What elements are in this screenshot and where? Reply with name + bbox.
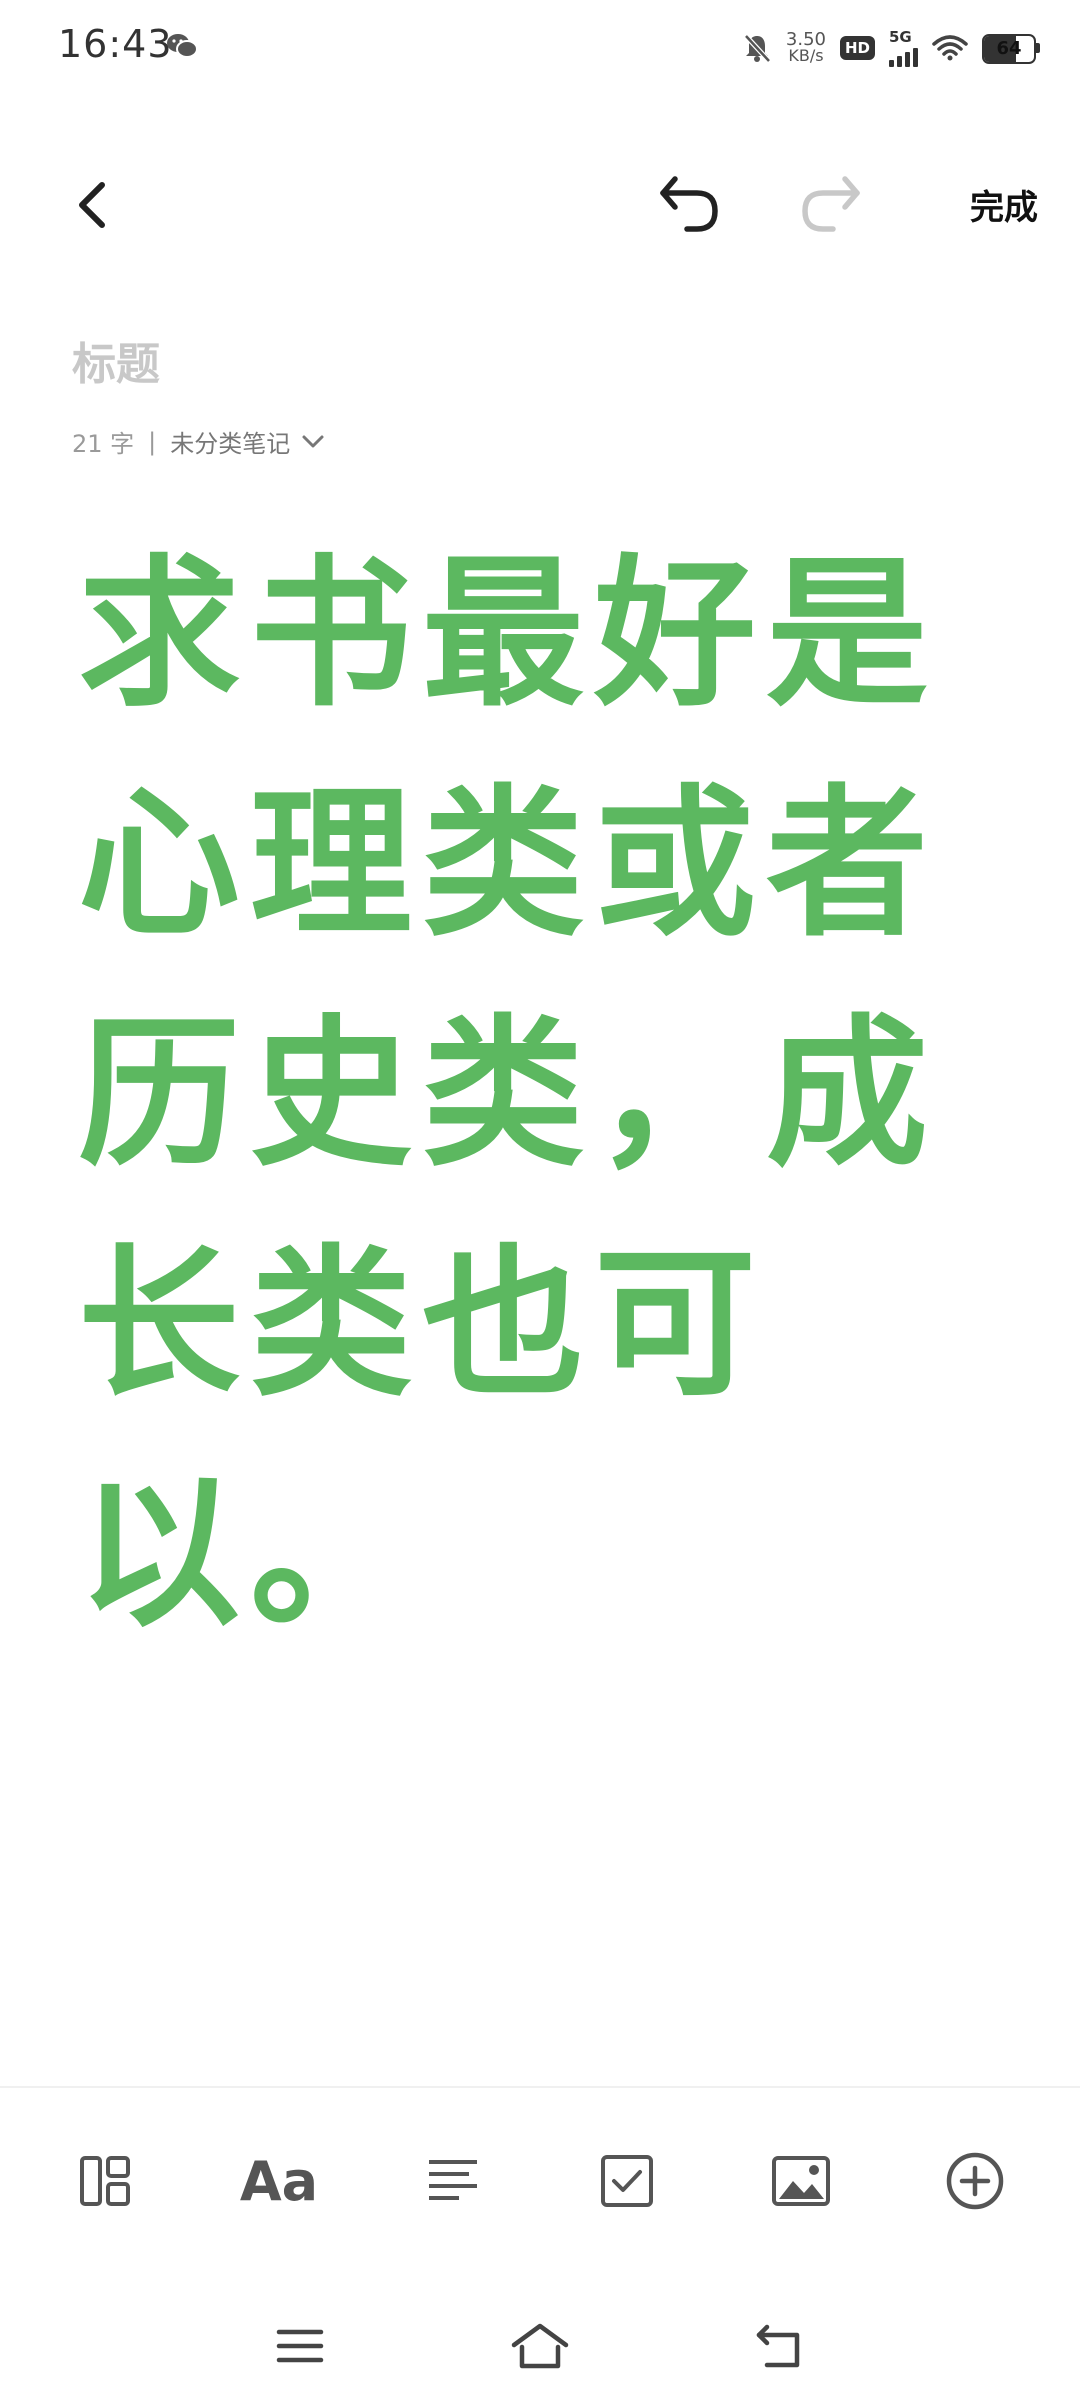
nav-back-button[interactable]: [735, 2306, 825, 2386]
wifi-icon: [932, 35, 968, 61]
menu-icon: [276, 2329, 324, 2363]
checklist-button[interactable]: [582, 2136, 672, 2226]
format-bar-divider: [0, 2086, 1080, 2088]
checkbox-icon: [601, 2155, 653, 2207]
back-arrow-icon: [756, 2324, 800, 2368]
folder-label: 未分类笔记: [170, 430, 291, 458]
battery-level: 64: [996, 38, 1022, 59]
mute-bell-icon: [744, 34, 771, 63]
paragraph-align-button[interactable]: [408, 2136, 498, 2226]
cellular-signal: 5G: [889, 27, 918, 67]
nav-home-button[interactable]: [495, 2306, 585, 2386]
status-time: 16:43: [58, 22, 173, 66]
image-icon: [772, 2156, 830, 2206]
meta-separator: |: [148, 427, 157, 456]
chevron-down-icon: [302, 435, 324, 447]
battery-icon: 64: [982, 34, 1040, 64]
redo-button[interactable]: [780, 150, 880, 260]
editor-toolbar: 完成: [0, 150, 1080, 260]
more-insert-button[interactable]: [930, 2136, 1020, 2226]
undo-button[interactable]: [640, 150, 740, 260]
wechat-notification-icon: [167, 34, 198, 58]
system-nav-bar: [0, 2300, 1080, 2404]
note-meta: 21 字 | 未分类笔记: [72, 424, 326, 459]
nav-menu-button[interactable]: [255, 2306, 345, 2386]
network-type-label: 5G: [889, 27, 912, 46]
signal-bars-icon: [889, 45, 918, 67]
redo-icon: [802, 176, 860, 232]
template-button[interactable]: [60, 2136, 150, 2226]
done-button[interactable]: 完成: [970, 180, 1038, 229]
align-left-icon: [429, 2160, 477, 2200]
plus-circle-icon: [946, 2152, 1004, 2210]
format-bar: Aa: [0, 2136, 1080, 2226]
net-speed-unit: KB/s: [788, 46, 824, 65]
undo-icon: [660, 176, 718, 232]
note-title-input[interactable]: 标题: [72, 328, 972, 392]
text-style-button[interactable]: Aa: [234, 2136, 324, 2226]
layout-template-icon: [80, 2156, 130, 2206]
back-button[interactable]: [42, 150, 142, 260]
insert-image-button[interactable]: [756, 2136, 846, 2226]
note-body[interactable]: 求书最好是心理类或者历史类，成长类也可以。: [78, 520, 1008, 1670]
net-speed: 3.50 KB/s: [786, 31, 826, 65]
hd-badge: HD: [839, 36, 875, 60]
status-bar: 16:43 3.50 KB/s HD 5G 64: [0, 0, 1080, 96]
chevron-left-icon: [79, 182, 105, 228]
status-icons: 3.50 KB/s HD 5G 64: [742, 26, 1040, 70]
folder-selector[interactable]: 未分类笔记: [170, 424, 326, 459]
char-count: 21 字: [72, 430, 135, 458]
home-icon: [511, 2323, 569, 2369]
